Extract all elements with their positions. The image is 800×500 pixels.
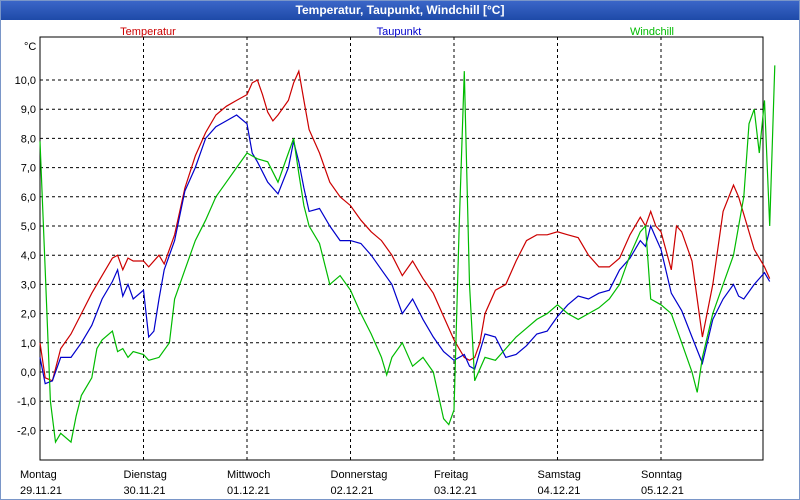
y-tick-label: 9,0 [21,104,36,116]
x-tick-day: Samstag [538,469,581,481]
x-tick-date: 29.11.21 [20,485,62,497]
y-tick-label: 5,0 [21,221,36,233]
x-tick-date: 30.11.21 [124,485,166,497]
series-line-windchill [39,65,776,444]
y-tick-label: -1,0 [17,396,36,408]
x-tick-labels: Montag 29.11.21 Dienstag 30.11.21 Mittwoch 01… [20,469,684,497]
chart-area: -2,0 -1,0 0,0 1,0 2,0 3,0 4,0 5,0 6,0 7,0 8,0 9,0 10… [15,26,776,497]
legend-entry-windchill: Windchill [630,26,674,38]
x-tick-date: 05.12.21 [641,485,684,497]
legend-entry-taupunkt: Taupunkt [377,26,422,38]
series-line-taupunkt [39,114,771,385]
y-tick-label: 2,0 [21,309,36,321]
y-tick-label: 6,0 [21,192,36,204]
y-tick-label: 3,0 [21,279,36,291]
y-tick-label: 7,0 [21,163,36,175]
grid-lines [40,37,763,460]
y-tick-labels: -2,0 -1,0 0,0 1,0 2,0 3,0 4,0 5,0 6,0 7,0 8,0 9,0 10… [15,75,36,437]
y-axis-unit: °C [24,41,36,53]
y-tick-label: 0,0 [21,367,36,379]
y-tick-label: -2,0 [17,425,36,437]
x-tick-date: 03.12.21 [434,485,477,497]
x-tick-day: Montag [20,469,57,481]
y-tick-label: 8,0 [21,133,36,145]
y-tick-label: 4,0 [21,250,36,262]
x-tick-date: 01.12.21 [227,485,270,497]
y-tick-label: 1,0 [21,338,36,350]
plot-frame [39,36,764,461]
x-tick-day: Freitag [434,469,468,481]
series-lines [39,65,776,444]
x-tick-day: Dienstag [124,469,167,481]
x-tick-date: 04.12.21 [538,485,581,497]
legend: Temperatur Taupunkt Windchill [120,26,674,38]
x-tick-date: 02.12.21 [331,485,374,497]
legend-entry-temperatur: Temperatur [120,26,176,38]
x-tick-day: Sonntag [641,469,682,481]
x-tick-day: Mittwoch [227,469,270,481]
x-tick-day: Donnerstag [331,469,388,481]
y-tick-label: 10,0 [15,75,36,87]
